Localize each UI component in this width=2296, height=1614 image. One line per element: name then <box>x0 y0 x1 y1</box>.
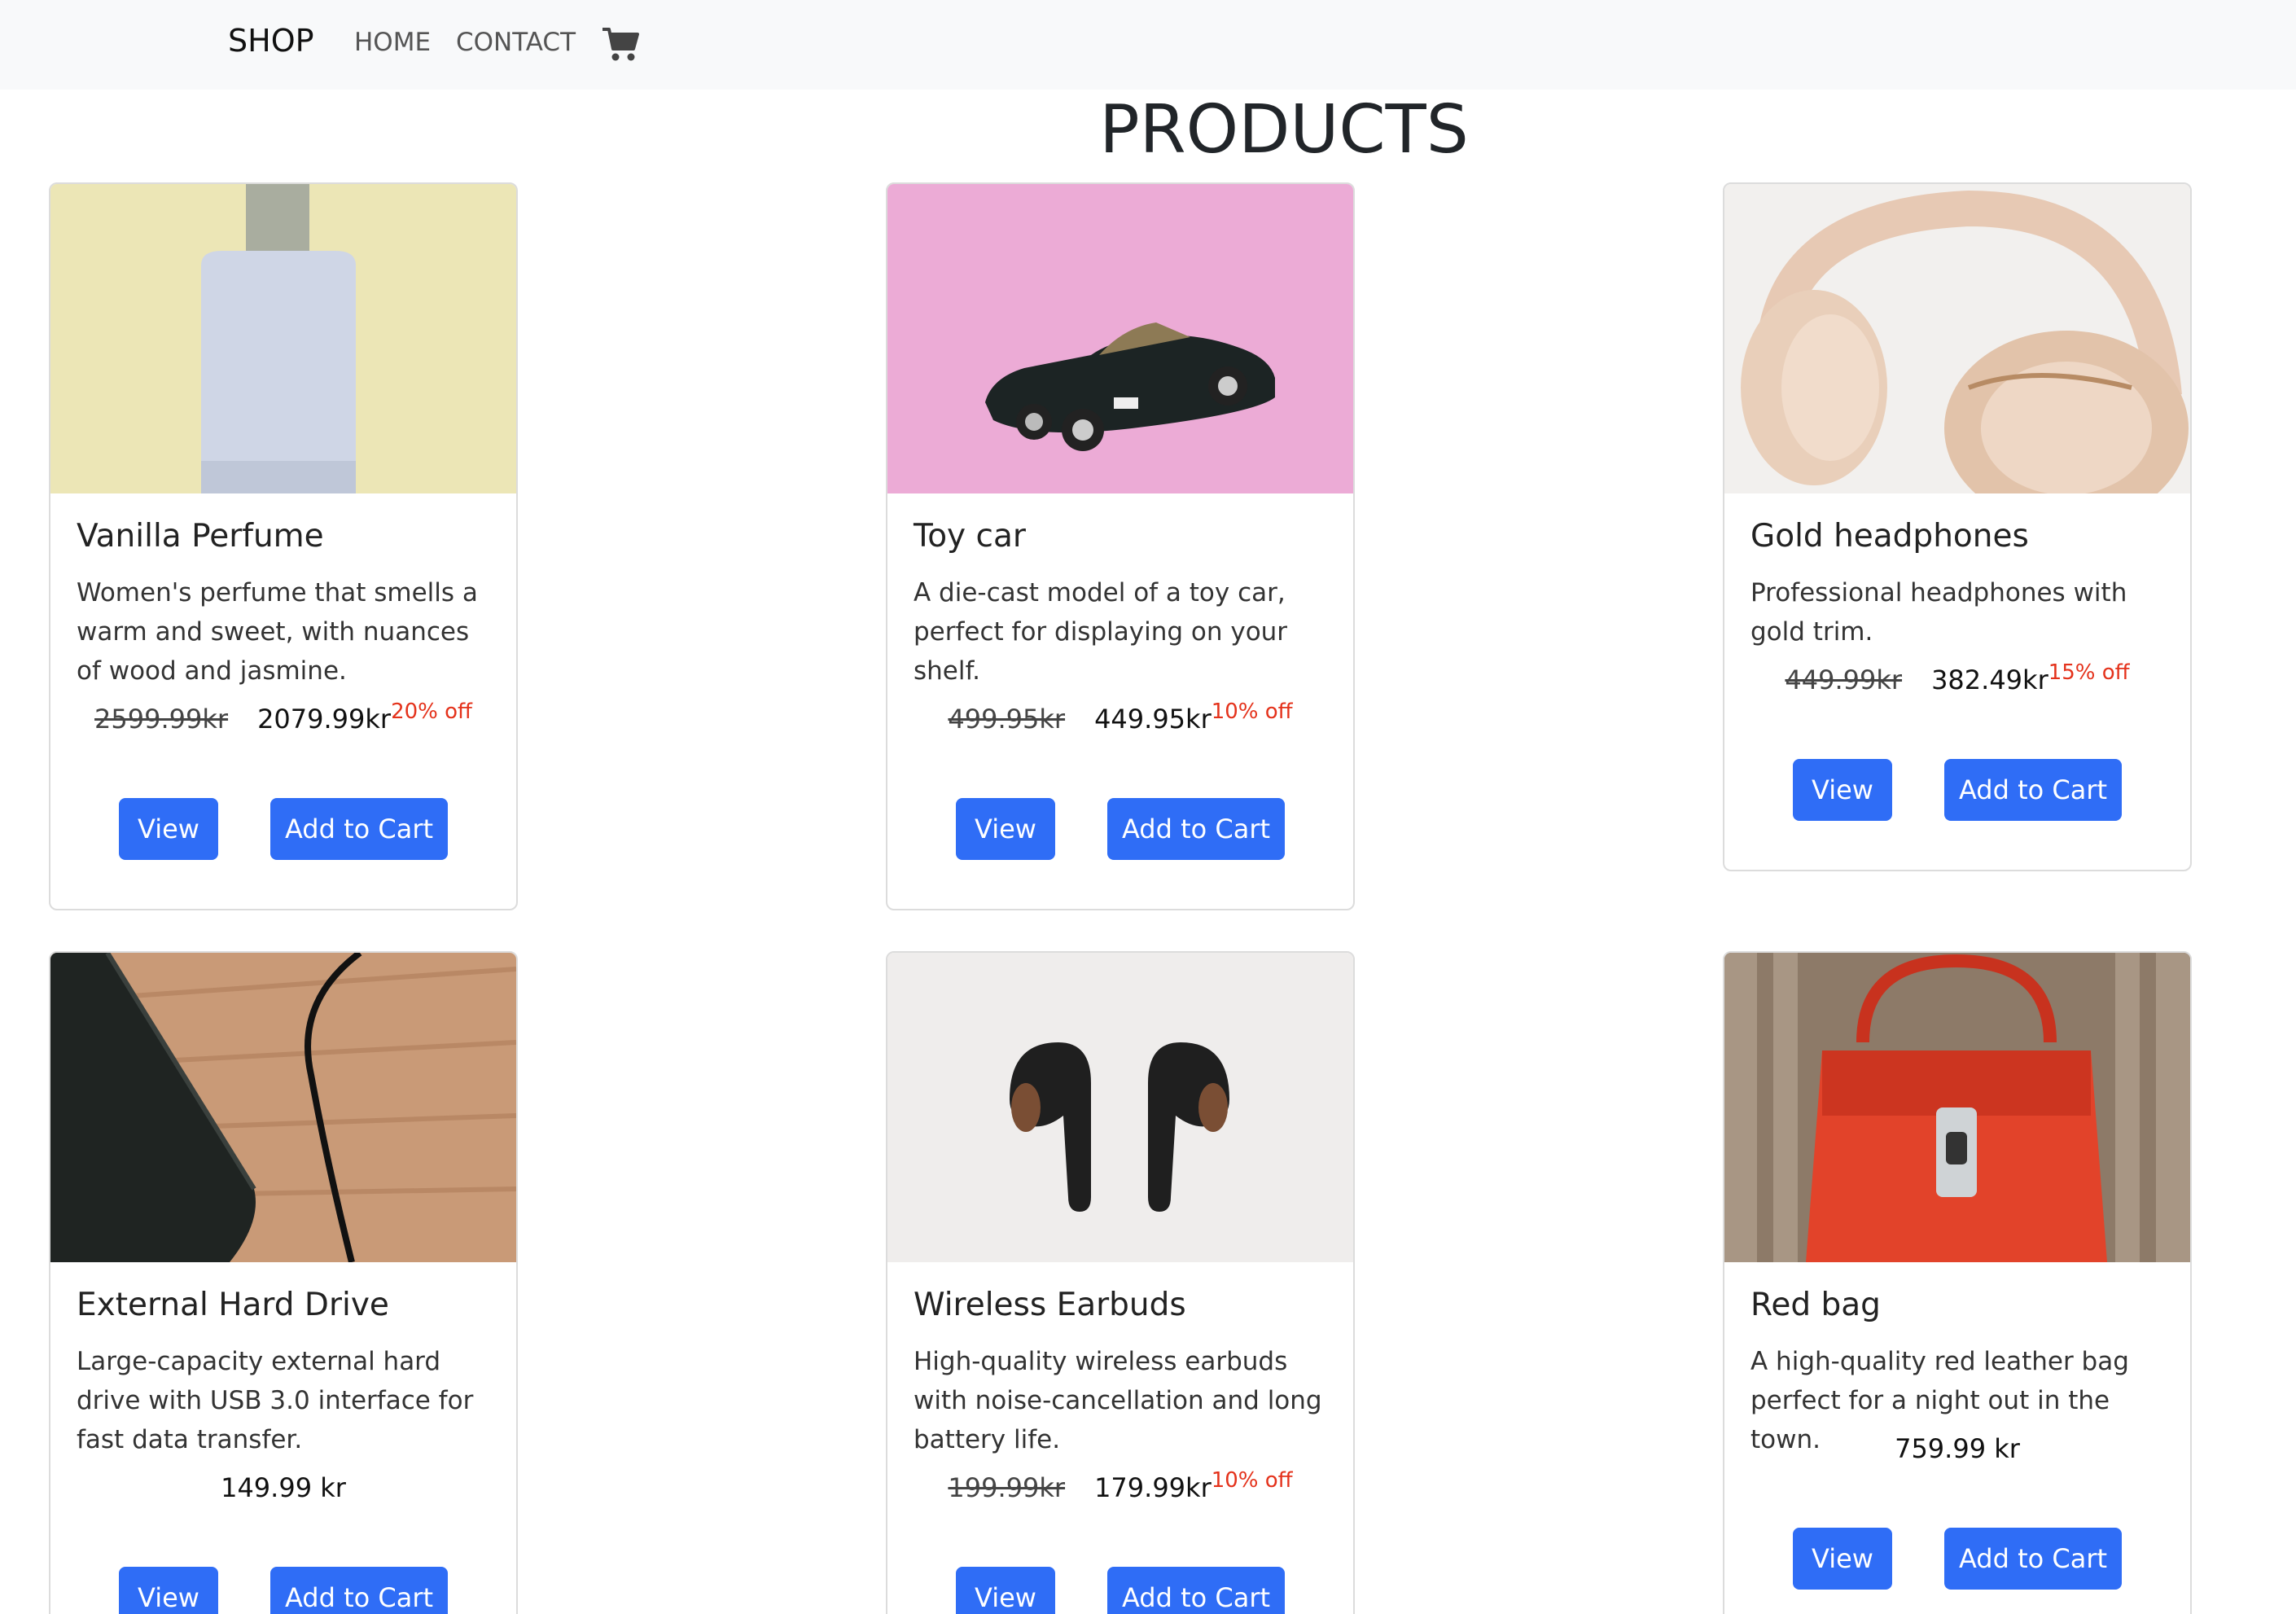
price-row: 2599.99kr 2079.99kr20% off <box>50 700 516 735</box>
discount-badge: 15% off <box>2048 660 2130 685</box>
current-price: 449.95kr <box>1094 704 1212 735</box>
page-title: PRODUCTS <box>1099 91 1469 169</box>
product-image-hard-drive <box>50 953 516 1262</box>
product-title: External Hard Drive <box>77 1287 389 1323</box>
price-row: 199.99kr 179.99kr10% off <box>887 1468 1353 1503</box>
price-row: 449.99kr 382.49kr15% off <box>1724 660 2190 695</box>
product-title: Gold headphones <box>1750 518 2029 555</box>
current-price: 179.99kr <box>1094 1472 1212 1503</box>
add-to-cart-button[interactable]: Add to Cart <box>1107 798 1285 860</box>
product-image-toy-car <box>887 184 1353 493</box>
product-image-perfume <box>50 184 516 493</box>
view-button[interactable]: View <box>956 798 1055 860</box>
nav-contact-link[interactable]: CONTACT <box>456 28 576 57</box>
product-title: Vanilla Perfume <box>77 518 324 555</box>
view-button[interactable]: View <box>119 798 218 860</box>
brand-link[interactable]: SHOP <box>228 23 314 59</box>
current-price: 382.49kr <box>1931 664 2048 695</box>
product-image-red-bag <box>1724 953 2190 1262</box>
price-row: 499.95kr 449.95kr10% off <box>887 700 1353 735</box>
product-description: A die-cast model of a toy car, perfect f… <box>914 578 1288 686</box>
product-card: Vanilla Perfume Women's perfume that sme… <box>49 182 518 910</box>
product-description: High-quality wireless earbuds with noise… <box>914 1347 1322 1454</box>
add-to-cart-button[interactable]: Add to Cart <box>270 1567 448 1614</box>
discount-badge: 10% off <box>1211 700 1293 724</box>
old-price: 199.99kr <box>948 1472 1066 1503</box>
product-card: Red bag A high-quality red leather bag p… <box>1723 951 2192 1614</box>
current-price: 759.99 kr <box>1895 1433 2020 1464</box>
product-title: Toy car <box>914 518 1026 555</box>
product-image-headphones <box>1724 184 2190 493</box>
product-description: Women's perfume that smells a warm and s… <box>77 578 478 686</box>
price-row: 759.99 kr <box>1724 1433 2190 1464</box>
product-title: Wireless Earbuds <box>914 1287 1186 1323</box>
product-card: External Hard Drive Large-capacity exter… <box>49 951 518 1614</box>
product-image-earbuds <box>887 953 1353 1262</box>
view-button[interactable]: View <box>1793 1528 1892 1590</box>
add-to-cart-button[interactable]: Add to Cart <box>1944 759 2122 821</box>
old-price: 2599.99kr <box>94 704 229 735</box>
view-button[interactable]: View <box>956 1567 1055 1614</box>
old-price: 499.95kr <box>948 704 1066 735</box>
add-to-cart-button[interactable]: Add to Cart <box>270 798 448 860</box>
product-description: Professional headphones with gold trim. <box>1750 578 2127 647</box>
cart-icon[interactable] <box>601 26 640 64</box>
add-to-cart-button[interactable]: Add to Cart <box>1107 1567 1285 1614</box>
current-price: 149.99 kr <box>221 1472 346 1503</box>
navbar: SHOP HOME CONTACT <box>0 0 2296 90</box>
old-price: 449.99kr <box>1785 664 1903 695</box>
price-row: 149.99 kr <box>50 1472 516 1503</box>
product-card: Wireless Earbuds High-quality wireless e… <box>886 951 1355 1614</box>
current-price: 2079.99kr <box>257 704 392 735</box>
discount-badge: 20% off <box>391 700 472 724</box>
product-card: Toy car A die-cast model of a toy car, p… <box>886 182 1355 910</box>
product-card: Gold headphones Professional headphones … <box>1723 182 2192 871</box>
discount-badge: 10% off <box>1211 1468 1293 1493</box>
view-button[interactable]: View <box>1793 759 1892 821</box>
product-title: Red bag <box>1750 1287 1881 1323</box>
view-button[interactable]: View <box>119 1567 218 1614</box>
product-description: Large-capacity external hard drive with … <box>77 1347 474 1454</box>
add-to-cart-button[interactable]: Add to Cart <box>1944 1528 2122 1590</box>
nav-home-link[interactable]: HOME <box>354 28 431 57</box>
